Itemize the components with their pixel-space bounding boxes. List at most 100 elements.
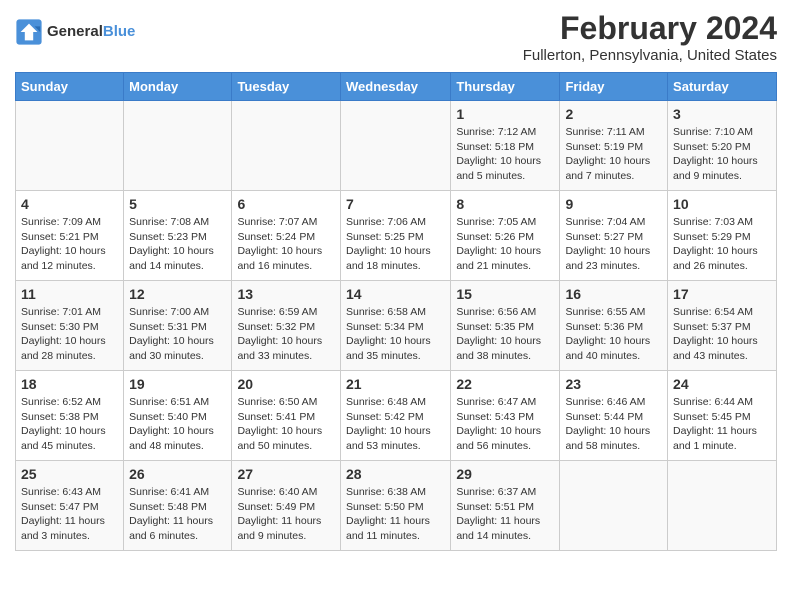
- calendar-cell: [124, 101, 232, 191]
- calendar-cell: 18 Sunrise: 6:52 AM Sunset: 5:38 PM Dayli…: [16, 371, 124, 461]
- calendar-cell: 2 Sunrise: 7:11 AM Sunset: 5:19 PM Daylig…: [560, 101, 668, 191]
- calendar-week-row: 18 Sunrise: 6:52 AM Sunset: 5:38 PM Dayli…: [16, 371, 777, 461]
- calendar-cell: 27Sunrise: 6:40 AM Sunset: 5:49 PM Dayli…: [232, 461, 341, 551]
- day-number: 25: [21, 466, 118, 482]
- calendar-cell: 29Sunrise: 6:37 AM Sunset: 5:51 PM Dayli…: [451, 461, 560, 551]
- calendar-cell: [668, 461, 777, 551]
- calendar-cell: 23 Sunrise: 6:46 AM Sunset: 5:44 PM Dayli…: [560, 371, 668, 461]
- weekday-header-row: SundayMondayTuesdayWednesdayThursdayFrid…: [16, 73, 777, 101]
- day-info: Sunrise: 7:10 AM Sunset: 5:20 PM Dayligh…: [673, 125, 771, 184]
- day-info: Sunrise: 7:11 AM Sunset: 5:19 PM Dayligh…: [565, 125, 662, 184]
- day-number: 4: [21, 196, 118, 212]
- day-info: Sunrise: 7:01 AM Sunset: 5:30 PM Dayligh…: [21, 305, 118, 364]
- day-number: 12: [129, 286, 226, 302]
- day-info: Sunrise: 6:59 AM Sunset: 5:32 PM Dayligh…: [237, 305, 335, 364]
- month-title: February 2024: [523, 10, 777, 47]
- day-number: 14: [346, 286, 445, 302]
- calendar-cell: 17 Sunrise: 6:54 AM Sunset: 5:37 PM Dayli…: [668, 281, 777, 371]
- weekday-header-saturday: Saturday: [668, 73, 777, 101]
- day-number: 7: [346, 196, 445, 212]
- day-number: 19: [129, 376, 226, 392]
- day-number: 29: [456, 466, 554, 482]
- day-number: 18: [21, 376, 118, 392]
- day-info: Sunrise: 6:54 AM Sunset: 5:37 PM Dayligh…: [673, 305, 771, 364]
- location-title: Fullerton, Pennsylvania, United States: [523, 47, 777, 64]
- calendar-cell: 25Sunrise: 6:43 AM Sunset: 5:47 PM Dayli…: [16, 461, 124, 551]
- calendar-table: SundayMondayTuesdayWednesdayThursdayFrid…: [15, 72, 777, 551]
- calendar-cell: [16, 101, 124, 191]
- calendar-cell: [340, 101, 450, 191]
- calendar-cell: 26Sunrise: 6:41 AM Sunset: 5:48 PM Dayli…: [124, 461, 232, 551]
- day-number: 2: [565, 106, 662, 122]
- calendar-cell: 7Sunrise: 7:06 AM Sunset: 5:25 PM Daylig…: [340, 191, 450, 281]
- calendar-cell: 11 Sunrise: 7:01 AM Sunset: 5:30 PM Dayli…: [16, 281, 124, 371]
- calendar-cell: 15 Sunrise: 6:56 AM Sunset: 5:35 PM Dayli…: [451, 281, 560, 371]
- weekday-header-monday: Monday: [124, 73, 232, 101]
- day-number: 23: [565, 376, 662, 392]
- day-info: Sunrise: 6:46 AM Sunset: 5:44 PM Dayligh…: [565, 395, 662, 454]
- day-number: 1: [456, 106, 554, 122]
- day-info: Sunrise: 6:48 AM Sunset: 5:42 PM Dayligh…: [346, 395, 445, 454]
- calendar-cell: 6 Sunrise: 7:07 AM Sunset: 5:24 PM Daylig…: [232, 191, 341, 281]
- calendar-cell: 20 Sunrise: 6:50 AM Sunset: 5:41 PM Dayli…: [232, 371, 341, 461]
- day-info: Sunrise: 7:07 AM Sunset: 5:24 PM Dayligh…: [237, 215, 335, 274]
- calendar-week-row: 11 Sunrise: 7:01 AM Sunset: 5:30 PM Dayli…: [16, 281, 777, 371]
- day-info: Sunrise: 6:51 AM Sunset: 5:40 PM Dayligh…: [129, 395, 226, 454]
- day-number: 21: [346, 376, 445, 392]
- day-info: Sunrise: 6:38 AM Sunset: 5:50 PM Dayligh…: [346, 485, 445, 544]
- day-info: Sunrise: 6:50 AM Sunset: 5:41 PM Dayligh…: [237, 395, 335, 454]
- calendar-cell: 21 Sunrise: 6:48 AM Sunset: 5:42 PM Dayli…: [340, 371, 450, 461]
- day-number: 22: [456, 376, 554, 392]
- calendar-cell: 5Sunrise: 7:08 AM Sunset: 5:23 PM Daylig…: [124, 191, 232, 281]
- weekday-header-friday: Friday: [560, 73, 668, 101]
- day-info: Sunrise: 7:08 AM Sunset: 5:23 PM Dayligh…: [129, 215, 226, 274]
- calendar-cell: 8Sunrise: 7:05 AM Sunset: 5:26 PM Daylig…: [451, 191, 560, 281]
- day-info: Sunrise: 6:47 AM Sunset: 5:43 PM Dayligh…: [456, 395, 554, 454]
- calendar-cell: [560, 461, 668, 551]
- logo-text: GeneralBlue: [47, 23, 135, 41]
- day-number: 17: [673, 286, 771, 302]
- weekday-header-wednesday: Wednesday: [340, 73, 450, 101]
- day-info: Sunrise: 7:04 AM Sunset: 5:27 PM Dayligh…: [565, 215, 662, 274]
- calendar-cell: 13Sunrise: 6:59 AM Sunset: 5:32 PM Dayli…: [232, 281, 341, 371]
- day-number: 9: [565, 196, 662, 212]
- calendar-week-row: 25Sunrise: 6:43 AM Sunset: 5:47 PM Dayli…: [16, 461, 777, 551]
- day-number: 15: [456, 286, 554, 302]
- day-info: Sunrise: 7:12 AM Sunset: 5:18 PM Dayligh…: [456, 125, 554, 184]
- day-info: Sunrise: 6:52 AM Sunset: 5:38 PM Dayligh…: [21, 395, 118, 454]
- calendar-week-row: 4 Sunrise: 7:09 AM Sunset: 5:21 PM Daylig…: [16, 191, 777, 281]
- calendar-cell: 28 Sunrise: 6:38 AM Sunset: 5:50 PM Dayli…: [340, 461, 450, 551]
- logo-icon: [15, 18, 43, 46]
- calendar-cell: 22 Sunrise: 6:47 AM Sunset: 5:43 PM Dayli…: [451, 371, 560, 461]
- title-area: February 2024 Fullerton, Pennsylvania, U…: [523, 10, 777, 64]
- day-number: 10: [673, 196, 771, 212]
- day-info: Sunrise: 7:05 AM Sunset: 5:26 PM Dayligh…: [456, 215, 554, 274]
- weekday-header-sunday: Sunday: [16, 73, 124, 101]
- day-number: 28: [346, 466, 445, 482]
- calendar-cell: 9 Sunrise: 7:04 AM Sunset: 5:27 PM Daylig…: [560, 191, 668, 281]
- logo: GeneralBlue: [15, 18, 135, 46]
- day-number: 3: [673, 106, 771, 122]
- day-info: Sunrise: 6:55 AM Sunset: 5:36 PM Dayligh…: [565, 305, 662, 364]
- day-number: 24: [673, 376, 771, 392]
- day-info: Sunrise: 6:40 AM Sunset: 5:49 PM Dayligh…: [237, 485, 335, 544]
- day-number: 11: [21, 286, 118, 302]
- weekday-header-tuesday: Tuesday: [232, 73, 341, 101]
- day-number: 26: [129, 466, 226, 482]
- calendar-cell: 12Sunrise: 7:00 AM Sunset: 5:31 PM Dayli…: [124, 281, 232, 371]
- calendar-week-row: 1 Sunrise: 7:12 AM Sunset: 5:18 PM Daylig…: [16, 101, 777, 191]
- calendar-cell: [232, 101, 341, 191]
- day-number: 20: [237, 376, 335, 392]
- day-info: Sunrise: 7:03 AM Sunset: 5:29 PM Dayligh…: [673, 215, 771, 274]
- day-info: Sunrise: 6:56 AM Sunset: 5:35 PM Dayligh…: [456, 305, 554, 364]
- page-header: GeneralBlue February 2024 Fullerton, Pen…: [15, 10, 777, 64]
- calendar-cell: 14Sunrise: 6:58 AM Sunset: 5:34 PM Dayli…: [340, 281, 450, 371]
- calendar-cell: 1 Sunrise: 7:12 AM Sunset: 5:18 PM Daylig…: [451, 101, 560, 191]
- calendar-cell: 24 Sunrise: 6:44 AM Sunset: 5:45 PM Dayli…: [668, 371, 777, 461]
- day-info: Sunrise: 7:09 AM Sunset: 5:21 PM Dayligh…: [21, 215, 118, 274]
- day-info: Sunrise: 6:44 AM Sunset: 5:45 PM Dayligh…: [673, 395, 771, 454]
- day-number: 6: [237, 196, 335, 212]
- day-number: 16: [565, 286, 662, 302]
- calendar-cell: 16 Sunrise: 6:55 AM Sunset: 5:36 PM Dayli…: [560, 281, 668, 371]
- calendar-cell: 4 Sunrise: 7:09 AM Sunset: 5:21 PM Daylig…: [16, 191, 124, 281]
